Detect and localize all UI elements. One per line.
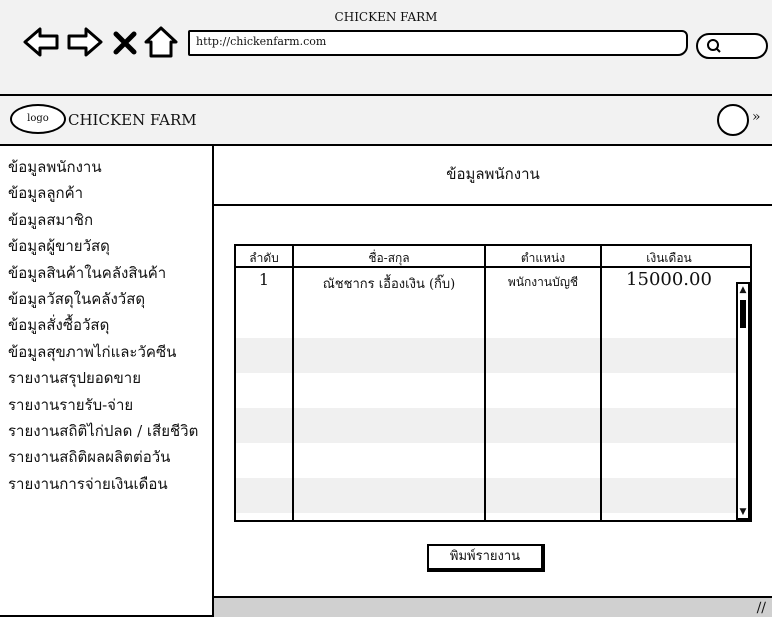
column-header-order[interactable]: ลำดับ (236, 249, 292, 268)
sidebar-item-income-expense-report[interactable]: รายงานรายรับ-จ่าย (8, 392, 212, 418)
scroll-up-icon[interactable]: ▲ (738, 284, 748, 296)
print-report-button[interactable]: พิมพ์รายงาน (427, 544, 545, 572)
resize-handle-icon[interactable]: ∕∕ (757, 600, 766, 616)
sidebar-item-customer-data[interactable]: ข้อมูลลูกค้า (8, 180, 212, 206)
app-header: logo CHICKEN FARM » (0, 96, 772, 146)
employee-table: ลำดับ ชื่อ-สกุล ตำแหน่ง เงินเดือน 1 ณัชช… (234, 244, 752, 522)
status-bar: ∕∕ (214, 596, 772, 617)
table-scrollbar[interactable]: ▲ ▼ (736, 282, 750, 520)
browser-toolbar: CHICKEN FARM http://chickenfarm.com (0, 0, 772, 96)
table-row-stripe (236, 478, 750, 513)
sidebar-item-product-stock[interactable]: ข้อมูลสินค้าในคลังสินค้า (8, 260, 212, 286)
table-row-stripe (236, 338, 750, 373)
scroll-down-icon[interactable]: ▼ (738, 506, 748, 518)
sidebar-item-daily-output-report[interactable]: รายงานสถิติผลผลิตต่อวัน (8, 444, 212, 470)
cell-salary: 15000.00 (626, 269, 712, 290)
cell-position: พนักงานบัญชี (507, 275, 579, 289)
sidebar-item-sales-report[interactable]: รายงานสรุปยอดขาย (8, 365, 212, 391)
main-panel: ข้อมูลพนักงาน ลำดับ ชื่อ-สกุล ตำแหน่ง เง… (214, 146, 772, 596)
app-name: CHICKEN FARM (68, 111, 197, 129)
cell-name: ณัชชากร เอื้องเงิน (กิ๊บ) (322, 277, 456, 292)
url-field[interactable]: http://chickenfarm.com (188, 30, 688, 56)
home-icon[interactable] (142, 25, 180, 59)
arrow-right-icon[interactable] (66, 25, 104, 59)
sidebar-item-chicken-health[interactable]: ข้อมูลสุขภาพไก่และวัคซีน (8, 339, 212, 365)
sidebar-item-employee-data[interactable]: ข้อมูลพนักงาน (8, 154, 212, 180)
search-icon (707, 39, 721, 53)
close-icon[interactable] (112, 25, 138, 59)
window-title: CHICKEN FARM (334, 10, 438, 24)
sidebar: ข้อมูลพนักงาน ข้อมูลลูกค้า ข้อมูลสมาชิก … (0, 146, 214, 617)
chevron-down-icon[interactable]: » (752, 109, 761, 125)
arrow-left-icon[interactable] (22, 25, 60, 59)
user-avatar-icon[interactable] (717, 104, 749, 136)
cell-order: 1 (258, 270, 270, 289)
sidebar-item-chicken-stats-report[interactable]: รายงานสถิติไก่ปลด / เสียชีวิต (8, 418, 212, 444)
sidebar-item-supplier-data[interactable]: ข้อมูลผู้ขายวัสดุ (8, 233, 212, 259)
sidebar-item-material-stock[interactable]: ข้อมูลวัสดุในคลังวัสดุ (8, 286, 212, 312)
column-header-name[interactable]: ชื่อ-สกุล (294, 249, 484, 268)
column-header-salary[interactable]: เงินเดือน (602, 249, 736, 268)
table-header: ลำดับ ชื่อ-สกุล ตำแหน่ง เงินเดือน (236, 246, 750, 268)
table-row-stripe (236, 408, 750, 443)
page-title: ข้อมูลพนักงาน (446, 165, 540, 183)
sidebar-item-member-data[interactable]: ข้อมูลสมาชิก (8, 207, 212, 233)
browser-search-box[interactable] (696, 33, 768, 59)
title-divider (214, 204, 772, 206)
sidebar-item-payroll-report[interactable]: รายงานการจ่ายเงินเดือน (8, 471, 212, 497)
sidebar-item-material-orders[interactable]: ข้อมูลสั่งซื้อวัสดุ (8, 312, 212, 338)
scroll-thumb[interactable] (740, 300, 746, 328)
logo: logo (10, 104, 66, 134)
column-header-position[interactable]: ตำแหน่ง (486, 249, 600, 268)
